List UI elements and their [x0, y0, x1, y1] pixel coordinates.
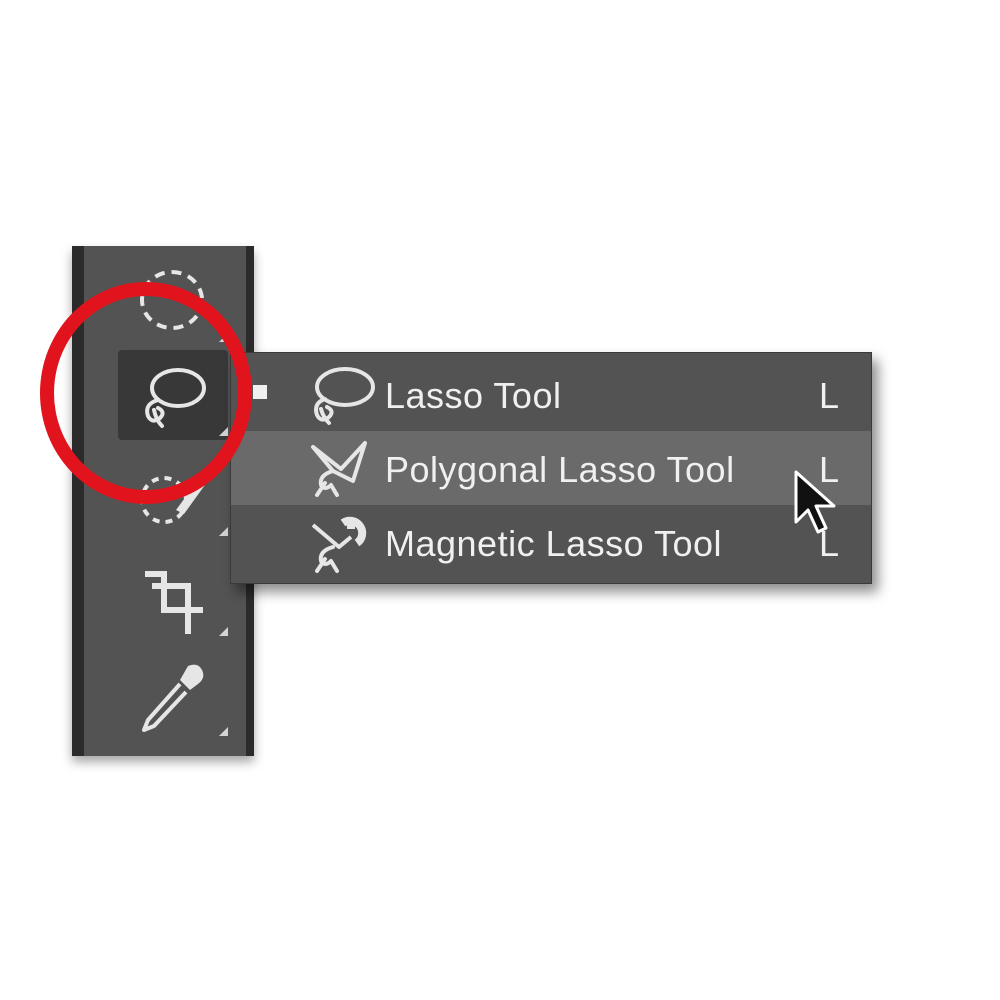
submenu-indicator: [219, 627, 228, 636]
crop-icon: [145, 571, 203, 634]
submenu-indicator: [219, 727, 228, 736]
eyedropper-tool-button[interactable]: [118, 650, 228, 740]
screenshot-canvas: Lasso Tool L Polygonal Lasso Tool L Magn…: [0, 0, 1000, 1000]
elliptical-marquee-icon: [140, 270, 204, 330]
submenu-indicator: [219, 427, 228, 436]
elliptical-marquee-tool-button[interactable]: [118, 256, 228, 346]
tools-panel: [72, 246, 254, 756]
tools-panel-body: [84, 246, 246, 756]
lasso-icon: [145, 368, 206, 428]
mouse-cursor-icon: [794, 470, 836, 534]
submenu-indicator: [219, 527, 228, 536]
menu-item-label: Magnetic Lasso Tool: [385, 523, 723, 564]
crop-tool-button[interactable]: [118, 550, 228, 640]
menu-item-label: Lasso Tool: [385, 375, 562, 416]
lasso-icon: [314, 367, 375, 425]
quick-selection-tool-button[interactable]: [118, 450, 228, 540]
lasso-tools-flyout-menu: Lasso Tool L Polygonal Lasso Tool L Magn…: [230, 352, 872, 584]
menu-item-lasso-tool[interactable]: Lasso Tool L: [231, 357, 871, 431]
lasso-tool-button[interactable]: [118, 350, 228, 440]
menu-item-shortcut: L: [819, 375, 840, 416]
menu-item-magnetic-lasso-tool[interactable]: Magnetic Lasso Tool L: [231, 505, 871, 579]
menu-item-polygonal-lasso-tool[interactable]: Polygonal Lasso Tool L: [231, 431, 871, 505]
polygonal-lasso-icon: [311, 441, 367, 497]
quick-selection-icon: [140, 472, 210, 524]
menu-item-label: Polygonal Lasso Tool: [385, 449, 735, 490]
magnetic-lasso-icon: [311, 516, 367, 573]
selected-indicator: [253, 385, 267, 399]
submenu-indicator: [219, 333, 228, 342]
eyedropper-icon: [142, 664, 204, 732]
